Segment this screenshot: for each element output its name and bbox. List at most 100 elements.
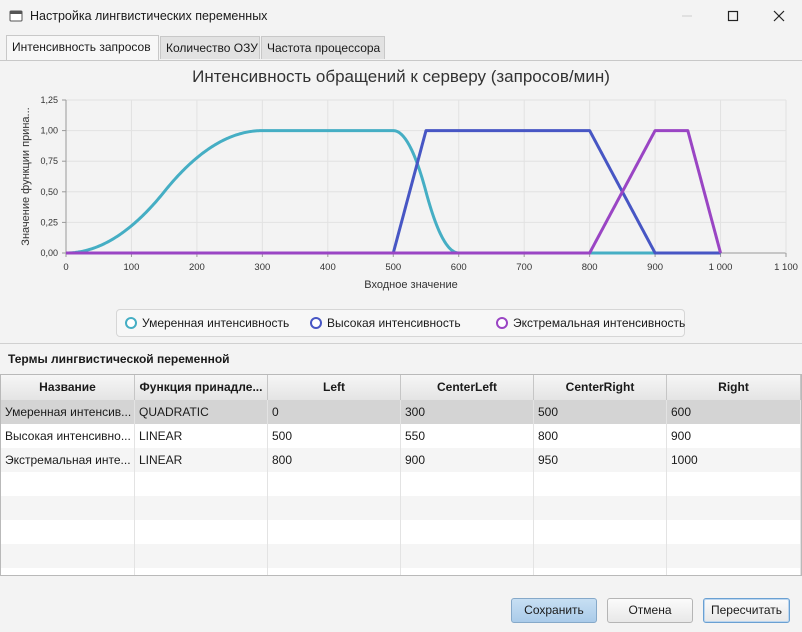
close-icon — [773, 10, 785, 22]
legend-item-extreme: Экстремальная интенсивность — [496, 316, 685, 330]
cell-empty — [534, 568, 667, 575]
cell-centerright: 950 — [534, 448, 667, 472]
cell-right: 600 — [667, 400, 801, 424]
cell-centerleft: 550 — [401, 424, 534, 448]
table-row-empty — [1, 568, 801, 575]
legend-marker-icon — [496, 317, 508, 329]
column-header-right[interactable]: Right — [667, 375, 801, 400]
terms-table[interactable]: Название Функция принадле... Left Center… — [0, 374, 802, 576]
x-tick-label: 900 — [647, 262, 663, 273]
legend-item-moderate: Умеренная интенсивность — [125, 316, 289, 330]
x-tick-label: 100 — [124, 262, 140, 273]
cell-right: 900 — [667, 424, 801, 448]
cell-function: LINEAR — [135, 424, 268, 448]
table-header: Название Функция принадле... Left Center… — [1, 375, 801, 401]
x-tick-label: 200 — [189, 262, 205, 273]
tab-cpu-frequency[interactable]: Частота процессора — [261, 36, 385, 59]
cell-name: Экстремальная инте... — [1, 448, 135, 472]
terms-section-label: Термы лингвистической переменной — [8, 352, 230, 366]
cell-empty — [534, 544, 667, 568]
minimize-icon — [682, 15, 692, 17]
cell-empty — [1, 568, 135, 575]
table-row[interactable]: Экстремальная инте... LINEAR 800 900 950… — [1, 448, 801, 472]
cell-empty — [268, 496, 401, 520]
cell-empty — [667, 472, 801, 496]
table-row-empty — [1, 544, 801, 568]
y-tick-label: 1,00 — [40, 126, 58, 136]
cell-left: 0 — [268, 400, 401, 424]
recalculate-button[interactable]: Пересчитать — [703, 598, 790, 623]
legend-marker-icon — [310, 317, 322, 329]
chart-legend: Умеренная интенсивность Высокая интенсив… — [116, 309, 685, 337]
table-row-empty — [1, 520, 801, 544]
x-tick-label: 500 — [385, 262, 401, 273]
chart-title: Интенсивность обращений к серверу (запро… — [192, 67, 610, 86]
window-title: Настройка лингвистических переменных — [30, 9, 268, 23]
x-tick-label: 1 000 — [709, 262, 733, 273]
cell-function: LINEAR — [135, 448, 268, 472]
cell-empty — [401, 472, 534, 496]
cell-right: 1000 — [667, 448, 801, 472]
cell-empty — [401, 496, 534, 520]
y-tick-label: 0,25 — [40, 217, 58, 227]
cell-left: 800 — [268, 448, 401, 472]
cell-empty — [534, 472, 667, 496]
title-bar: Настройка лингвистических переменных — [0, 0, 802, 32]
cell-empty — [1, 496, 135, 520]
save-button[interactable]: Сохранить — [511, 598, 597, 623]
maximize-button[interactable] — [710, 0, 756, 32]
cell-empty — [401, 520, 534, 544]
minimize-button[interactable] — [664, 0, 710, 32]
close-button[interactable] — [756, 0, 802, 32]
cell-centerright: 500 — [534, 400, 667, 424]
cell-empty — [268, 568, 401, 575]
table-row-empty — [1, 472, 801, 496]
x-tick-label: 0 — [63, 262, 68, 273]
cell-function: QUADRATIC — [135, 400, 268, 424]
column-header-centerright[interactable]: CenterRight — [534, 375, 667, 400]
cell-empty — [135, 520, 268, 544]
cell-empty — [135, 496, 268, 520]
column-header-left[interactable]: Left — [268, 375, 401, 400]
cell-empty — [268, 544, 401, 568]
table-row[interactable]: Умеренная интенсив... QUADRATIC 0 300 50… — [1, 400, 801, 424]
tab-request-intensity[interactable]: Интенсивность запросов — [6, 35, 159, 60]
legend-marker-icon — [125, 317, 137, 329]
column-header-function[interactable]: Функция принадле... — [135, 375, 268, 400]
cell-centerright: 800 — [534, 424, 667, 448]
y-tick-label: 1,25 — [40, 95, 58, 105]
legend-label: Экстремальная интенсивность — [513, 316, 686, 330]
x-tick-label: 300 — [254, 262, 270, 273]
cell-name: Умеренная интенсив... — [1, 400, 135, 424]
legend-label: Высокая интенсивность — [327, 316, 461, 330]
cell-empty — [534, 496, 667, 520]
column-header-name[interactable]: Название — [1, 375, 135, 400]
x-tick-label: 400 — [320, 262, 336, 273]
app-icon — [9, 10, 23, 22]
tab-ram-amount[interactable]: Количество ОЗУ — [160, 36, 260, 59]
cell-centerleft: 900 — [401, 448, 534, 472]
cell-empty — [667, 568, 801, 575]
legend-item-high: Высокая интенсивность — [310, 316, 461, 330]
cell-empty — [401, 568, 534, 575]
tab-content-border — [0, 60, 802, 61]
y-tick-label: 0,75 — [40, 156, 58, 166]
cell-empty — [667, 496, 801, 520]
cell-empty — [135, 472, 268, 496]
cancel-button[interactable]: Отмена — [607, 598, 693, 623]
cell-empty — [667, 520, 801, 544]
cell-left: 500 — [268, 424, 401, 448]
cell-empty — [268, 472, 401, 496]
cell-empty — [135, 544, 268, 568]
section-divider — [0, 343, 802, 344]
cell-empty — [401, 544, 534, 568]
maximize-icon — [727, 10, 739, 22]
cell-empty — [135, 568, 268, 575]
table-row[interactable]: Высокая интенсивно... LINEAR 500 550 800… — [1, 424, 801, 448]
y-axis-label: Значение функции прина... — [20, 107, 32, 245]
y-tick-label: 0,00 — [40, 248, 58, 258]
column-header-centerleft[interactable]: CenterLeft — [401, 375, 534, 400]
x-tick-label: 800 — [582, 262, 598, 273]
cell-empty — [1, 472, 135, 496]
cell-empty — [1, 520, 135, 544]
